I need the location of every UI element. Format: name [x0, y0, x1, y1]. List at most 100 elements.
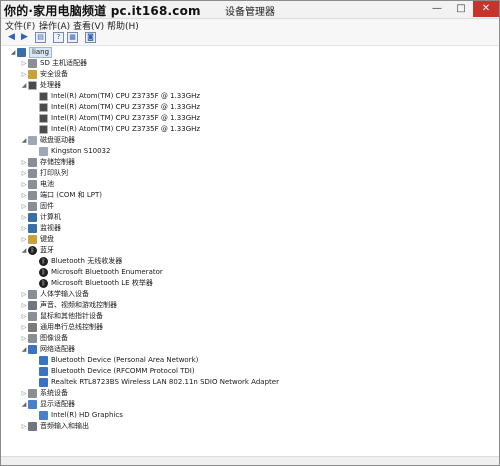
- tree-category-item[interactable]: ▷ 安全设备: [20, 69, 68, 80]
- sd-host-icon: [28, 59, 37, 68]
- mouse-icon: [28, 312, 37, 321]
- tree-device-item[interactable]: Intel(R) HD Graphics: [39, 410, 123, 421]
- collapse-icon[interactable]: ◢: [9, 47, 17, 58]
- help-icon[interactable]: ?: [53, 32, 64, 43]
- tree-device-item[interactable]: Intel(R) Atom(TM) CPU Z3735F @ 1.33GHz: [39, 113, 200, 124]
- computer-icon: [28, 213, 37, 222]
- tree-item-label: 存储控制器: [40, 158, 75, 166]
- tree-device-item[interactable]: Realtek RTL8723BS Wireless LAN 802.11n S…: [39, 377, 279, 388]
- collapse-icon[interactable]: ◢: [20, 399, 28, 410]
- menu-bar: 文件(F) 操作(A) 查看(V) 帮助(H): [1, 19, 499, 32]
- tree-item-label: 电池: [40, 180, 54, 188]
- expand-icon[interactable]: ▷: [20, 311, 28, 322]
- tree-item-label: Bluetooth Device (RFCOMM Protocol TDI): [51, 367, 195, 375]
- expand-icon[interactable]: ▷: [20, 223, 28, 234]
- expand-icon[interactable]: ▷: [20, 421, 28, 432]
- keyboard-icon: [28, 235, 37, 244]
- device-icon[interactable]: ◙: [85, 32, 96, 43]
- tree-device-item[interactable]: Intel(R) Atom(TM) CPU Z3735F @ 1.33GHz: [39, 91, 200, 102]
- tree-category-item[interactable]: ▷ 图像设备: [20, 333, 68, 344]
- tree-category-item[interactable]: ▷ 打印队列: [20, 168, 68, 179]
- properties-icon[interactable]: ▤: [35, 32, 46, 43]
- tree-category-item[interactable]: ▷ 固件: [20, 201, 54, 212]
- tree-category-item[interactable]: ▷ 电池: [20, 179, 54, 190]
- network-icon: [28, 345, 37, 354]
- network-adapter-icon: [39, 356, 48, 365]
- computer-icon: [17, 48, 26, 57]
- tree-device-item[interactable]: ᛒ Microsoft Bluetooth Enumerator: [39, 267, 163, 278]
- expand-icon[interactable]: ▷: [20, 201, 28, 212]
- tree-category-item[interactable]: ▷ 系统设备: [20, 388, 68, 399]
- back-arrow-icon[interactable]: ◀: [6, 32, 17, 43]
- tree-item-label: Kingston S10032: [51, 147, 111, 155]
- expand-icon[interactable]: ▷: [20, 388, 28, 399]
- tree-category-item[interactable]: ▷ 计算机: [20, 212, 61, 223]
- expand-icon[interactable]: ▷: [20, 58, 28, 69]
- collapse-icon[interactable]: ◢: [20, 344, 28, 355]
- tree-root[interactable]: ◢ liang: [9, 47, 53, 58]
- display-adapter-icon: [39, 411, 48, 420]
- expand-icon[interactable]: ▷: [20, 322, 28, 333]
- expand-icon[interactable]: ▷: [20, 234, 28, 245]
- tree-device-item[interactable]: Kingston S10032: [39, 146, 110, 157]
- tree-device-item[interactable]: ᛒ Microsoft Bluetooth LE 枚举器: [39, 278, 153, 289]
- monitor-icon: [28, 224, 37, 233]
- collapse-icon[interactable]: ◢: [20, 135, 28, 146]
- tree-category-item[interactable]: ◢ ᛒ 蓝牙: [20, 245, 54, 256]
- view-icon[interactable]: ▦: [67, 32, 78, 43]
- camera-icon: [28, 334, 37, 343]
- tree-category-item[interactable]: ▷ 人体学输入设备: [20, 289, 89, 300]
- tree-item-label: Intel(R) Atom(TM) CPU Z3735F @ 1.33GHz: [51, 125, 201, 133]
- collapse-icon[interactable]: ◢: [20, 245, 28, 256]
- tree-category-item[interactable]: ▷ 键盘: [20, 234, 54, 245]
- tree-category-item[interactable]: ◢ 处理器: [20, 80, 61, 91]
- tree-device-item[interactable]: Intel(R) Atom(TM) CPU Z3735F @ 1.33GHz: [39, 124, 200, 135]
- expand-icon[interactable]: ▷: [20, 300, 28, 311]
- tree-item-label: 显示适配器: [40, 400, 75, 408]
- usb-icon: [28, 323, 37, 332]
- tree-device-item[interactable]: Bluetooth Device (RFCOMM Protocol TDI): [39, 366, 195, 377]
- forward-arrow-icon[interactable]: ▶: [19, 32, 30, 43]
- close-button[interactable]: ✕: [473, 1, 499, 17]
- tree-category-item[interactable]: ▷ 声音、视频和游戏控制器: [20, 300, 117, 311]
- printer-icon: [28, 169, 37, 178]
- tree-category-item[interactable]: ◢ 显示适配器: [20, 399, 75, 410]
- tree-category-item[interactable]: ▷ 监视器: [20, 223, 61, 234]
- system-device-icon: [28, 389, 37, 398]
- expand-icon[interactable]: ▷: [20, 212, 28, 223]
- collapse-icon[interactable]: ◢: [20, 80, 28, 91]
- tree-device-item[interactable]: Bluetooth Device (Personal Area Network): [39, 355, 198, 366]
- expand-icon[interactable]: ▷: [20, 289, 28, 300]
- tree-item-label: 通用串行总线控制器: [40, 323, 103, 331]
- tree-device-item[interactable]: ᛒ Bluetooth 无线收发器: [39, 256, 122, 267]
- tree-item-label: Intel(R) Atom(TM) CPU Z3735F @ 1.33GHz: [51, 92, 201, 100]
- expand-icon[interactable]: ▷: [20, 69, 28, 80]
- tree-item-label: 图像设备: [40, 334, 68, 342]
- security-icon: [28, 70, 37, 79]
- tree-device-item[interactable]: Intel(R) Atom(TM) CPU Z3735F @ 1.33GHz: [39, 102, 200, 113]
- storage-controller-icon: [28, 158, 37, 167]
- tree-item-label: 音频输入和输出: [40, 422, 89, 430]
- expand-icon[interactable]: ▷: [20, 157, 28, 168]
- disk-drive-icon: [28, 136, 37, 145]
- tree-category-item[interactable]: ▷ 端口 (COM 和 LPT): [20, 190, 102, 201]
- expand-icon[interactable]: ▷: [20, 179, 28, 190]
- expand-icon[interactable]: ▷: [20, 168, 28, 179]
- tree-item-label: Intel(R) HD Graphics: [51, 411, 123, 419]
- expand-icon[interactable]: ▷: [20, 333, 28, 344]
- tree-category-item[interactable]: ▷ 通用串行总线控制器: [20, 322, 103, 333]
- port-icon: [28, 191, 37, 200]
- firmware-icon: [28, 202, 37, 211]
- tree-category-item[interactable]: ▷ 存储控制器: [20, 157, 75, 168]
- expand-icon[interactable]: ▷: [20, 190, 28, 201]
- device-manager-window: 你的·家用电脑频道 pc.it168.com 设备管理器 — □ ✕ 文件(F)…: [0, 0, 500, 466]
- tree-category-item[interactable]: ▷ 音频输入和输出: [20, 421, 89, 432]
- tree-category-item[interactable]: ▷ SD 主机适配器: [20, 58, 87, 69]
- device-tree: ◢ liang ▷ SD 主机适配器 ▷ 安全设备 ◢ 处理器 Intel(R) Atom(T…: [1, 46, 499, 456]
- tree-category-item[interactable]: ▷ 鼠标和其他指针设备: [20, 311, 103, 322]
- tree-category-item[interactable]: ◢ 磁盘驱动器: [20, 135, 75, 146]
- status-bar: [1, 456, 499, 465]
- maximize-button[interactable]: □: [449, 1, 473, 17]
- tree-category-item[interactable]: ◢ 网络适配器: [20, 344, 75, 355]
- minimize-button[interactable]: —: [425, 1, 449, 17]
